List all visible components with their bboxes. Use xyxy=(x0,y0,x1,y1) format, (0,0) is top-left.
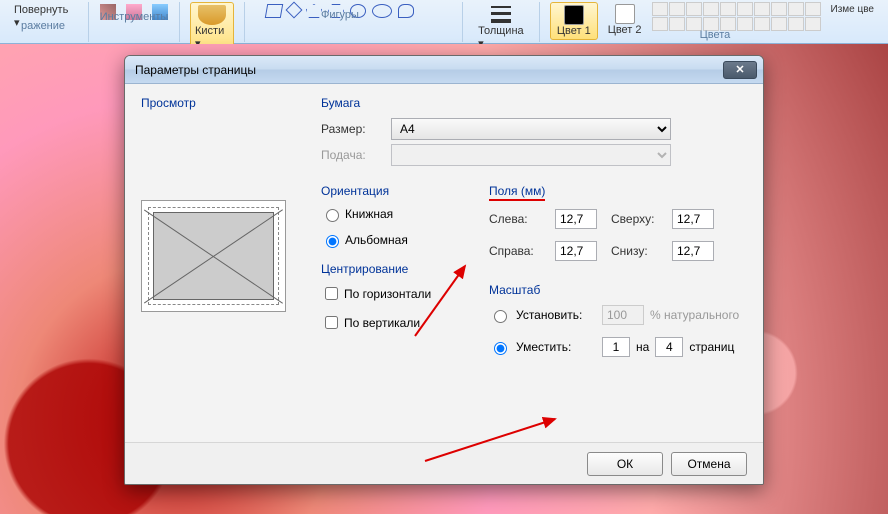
scale-set-label: Установить: xyxy=(516,308,596,322)
close-icon: ✕ xyxy=(735,63,744,76)
orientation-heading: Ориентация xyxy=(321,184,461,198)
orientation-portrait-radio[interactable] xyxy=(326,209,339,222)
dialog-title: Параметры страницы xyxy=(135,63,256,77)
source-label: Подача: xyxy=(321,148,391,162)
orientation-portrait-label: Книжная xyxy=(345,207,393,221)
scale-fit-suffix: страниц xyxy=(689,340,734,354)
close-button[interactable]: ✕ xyxy=(723,61,757,79)
scale-fit-radio[interactable] xyxy=(494,342,507,355)
scale-heading: Масштаб xyxy=(489,283,747,297)
color-palette[interactable] xyxy=(652,2,821,31)
dialog-footer: ОК Отмена xyxy=(125,442,763,484)
paper-heading: Бумага xyxy=(321,96,747,110)
margin-left-label: Слева: xyxy=(489,212,549,226)
color1-button[interactable]: Цвет 1 xyxy=(550,2,598,40)
group-image-label: ражение xyxy=(21,20,65,32)
scale-set-radio[interactable] xyxy=(494,310,507,323)
margin-top-label: Сверху: xyxy=(611,212,666,226)
scale-set-input xyxy=(602,305,644,325)
scale-fit-h-input[interactable] xyxy=(655,337,683,357)
center-horizontal-check[interactable] xyxy=(325,287,338,300)
center-horizontal-label: По горизонтали xyxy=(344,287,431,301)
group-colors-label: Цвета xyxy=(700,29,731,41)
edit-colors-button[interactable]: Изме цве xyxy=(825,2,880,17)
source-select xyxy=(391,144,671,166)
margin-bottom-label: Снизу: xyxy=(611,244,666,258)
orientation-landscape-label: Альбомная xyxy=(345,233,408,247)
scale-fit-mid: на xyxy=(636,340,649,354)
preview-heading: Просмотр xyxy=(141,96,321,110)
margin-right-label: Справа: xyxy=(489,244,549,258)
size-select[interactable]: A4 xyxy=(391,118,671,140)
page-setup-dialog: Параметры страницы ✕ Просмотр Бумага Раз… xyxy=(124,55,764,485)
orientation-landscape-radio[interactable] xyxy=(326,235,339,248)
ok-button[interactable]: ОК xyxy=(587,452,663,476)
color2-button[interactable]: Цвет 2 xyxy=(602,2,648,38)
brush-icon xyxy=(198,5,226,25)
scale-set-suffix: % натурального xyxy=(650,308,739,322)
group-tools-label: Инструменты xyxy=(100,11,169,23)
ribbon: Повернуть ▾ ражение Инструменты Кисти ▾ … xyxy=(0,0,888,44)
dialog-titlebar[interactable]: Параметры страницы ✕ xyxy=(125,56,763,84)
margin-bottom-input[interactable] xyxy=(672,241,714,261)
margin-top-input[interactable] xyxy=(672,209,714,229)
centering-heading: Центрирование xyxy=(321,262,461,276)
center-vertical-label: По вертикали xyxy=(344,316,420,330)
margin-right-input[interactable] xyxy=(555,241,597,261)
margins-heading: Поля (мм) xyxy=(489,184,747,201)
center-vertical-check[interactable] xyxy=(325,316,338,329)
cancel-button[interactable]: Отмена xyxy=(671,452,747,476)
preview-box xyxy=(141,200,286,312)
size-label: Размер: xyxy=(321,122,391,136)
group-shapes-label: Фигуры xyxy=(321,9,359,21)
margin-left-input[interactable] xyxy=(555,209,597,229)
scale-fit-label: Уместить: xyxy=(516,340,596,354)
scale-fit-w-input[interactable] xyxy=(602,337,630,357)
